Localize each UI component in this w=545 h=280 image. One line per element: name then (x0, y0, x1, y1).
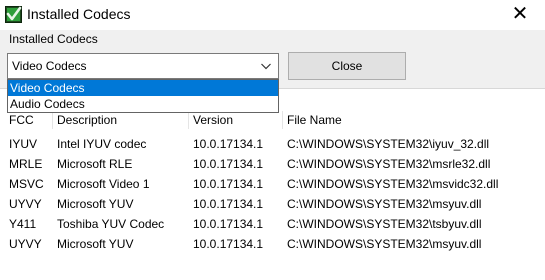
dropdown-option-audio-codecs[interactable]: Audio Codecs (8, 96, 278, 112)
cell-description: Microsoft YUV (57, 237, 134, 251)
table-row[interactable]: MRLE Microsoft RLE 10.0.17134.1 C:\WINDO… (0, 154, 545, 174)
table-row[interactable]: IYUV Intel IYUV codec 10.0.17134.1 C:\WI… (0, 134, 545, 154)
table-row[interactable]: Y411 Toshiba YUV Codec 10.0.17134.1 C:\W… (0, 214, 545, 234)
checkmark-app-icon (5, 6, 22, 23)
cell-file-name: C:\WINDOWS\SYSTEM32\msyuv.dll (287, 197, 482, 211)
cell-version: 10.0.17134.1 (193, 177, 264, 191)
window-title: Installed Codecs (27, 6, 131, 22)
cell-description: Intel IYUV codec (57, 137, 147, 151)
dropdown-option-video-codecs[interactable]: Video Codecs (8, 80, 278, 96)
group-label: Installed Codecs (9, 32, 98, 46)
chevron-down-icon[interactable] (260, 60, 272, 72)
table-row[interactable]: UYVY Microsoft YUV 10.0.17134.1 C:\WINDO… (0, 194, 545, 214)
title-bar[interactable]: Installed Codecs ✕ (0, 0, 545, 30)
cell-description: Microsoft Video 1 (57, 177, 150, 191)
codec-type-combobox[interactable]: Video Codecs (7, 53, 279, 79)
column-divider[interactable] (52, 111, 53, 129)
cell-version: 10.0.17134.1 (193, 217, 264, 231)
cell-version: 10.0.17134.1 (193, 197, 264, 211)
cell-description: Toshiba YUV Codec (57, 217, 165, 231)
dialog-client-area: Installed Codecs Video Codecs Video Code… (0, 30, 545, 280)
codec-list-view[interactable]: FCC Description Version File Name IYUV I… (0, 88, 545, 280)
cell-description: Microsoft YUV (57, 197, 134, 211)
cell-version: 10.0.17134.1 (193, 157, 264, 171)
cell-fcc: UYVY (9, 197, 42, 211)
cell-file-name: C:\WINDOWS\SYSTEM32\msrle32.dll (287, 157, 491, 171)
cell-fcc: IYUV (9, 137, 38, 151)
installed-codecs-window: Installed Codecs ✕ Installed Codecs Vide… (0, 0, 545, 280)
window-close-icon[interactable]: ✕ (498, 2, 542, 28)
cell-version: 10.0.17134.1 (193, 137, 264, 151)
cell-fcc: MRLE (9, 157, 43, 171)
cell-fcc: UYVY (9, 237, 42, 251)
cell-fcc: MSVC (9, 177, 44, 191)
cell-file-name: C:\WINDOWS\SYSTEM32\msyuv.dll (287, 237, 482, 251)
cell-fcc: Y411 (9, 217, 37, 231)
column-divider[interactable] (188, 111, 189, 129)
cell-description: Microsoft RLE (57, 157, 133, 171)
column-header-file-name[interactable]: File Name (287, 109, 342, 131)
codec-type-dropdown-list: Video Codecs Audio Codecs (7, 79, 279, 113)
table-row[interactable]: MSVC Microsoft Video 1 10.0.17134.1 C:\W… (0, 174, 545, 194)
cell-version: 10.0.17134.1 (193, 237, 264, 251)
cell-file-name: C:\WINDOWS\SYSTEM32\msvidc32.dll (287, 177, 499, 191)
combo-current-value: Video Codecs (12, 59, 87, 73)
cell-file-name: C:\WINDOWS\SYSTEM32\iyuv_32.dll (287, 137, 490, 151)
cell-file-name: C:\WINDOWS\SYSTEM32\tsbyuv.dll (287, 217, 482, 231)
close-button[interactable]: Close (288, 52, 406, 80)
table-row[interactable]: UYVY Microsoft YUV 10.0.17134.1 C:\WINDO… (0, 234, 545, 254)
column-divider[interactable] (282, 111, 283, 129)
